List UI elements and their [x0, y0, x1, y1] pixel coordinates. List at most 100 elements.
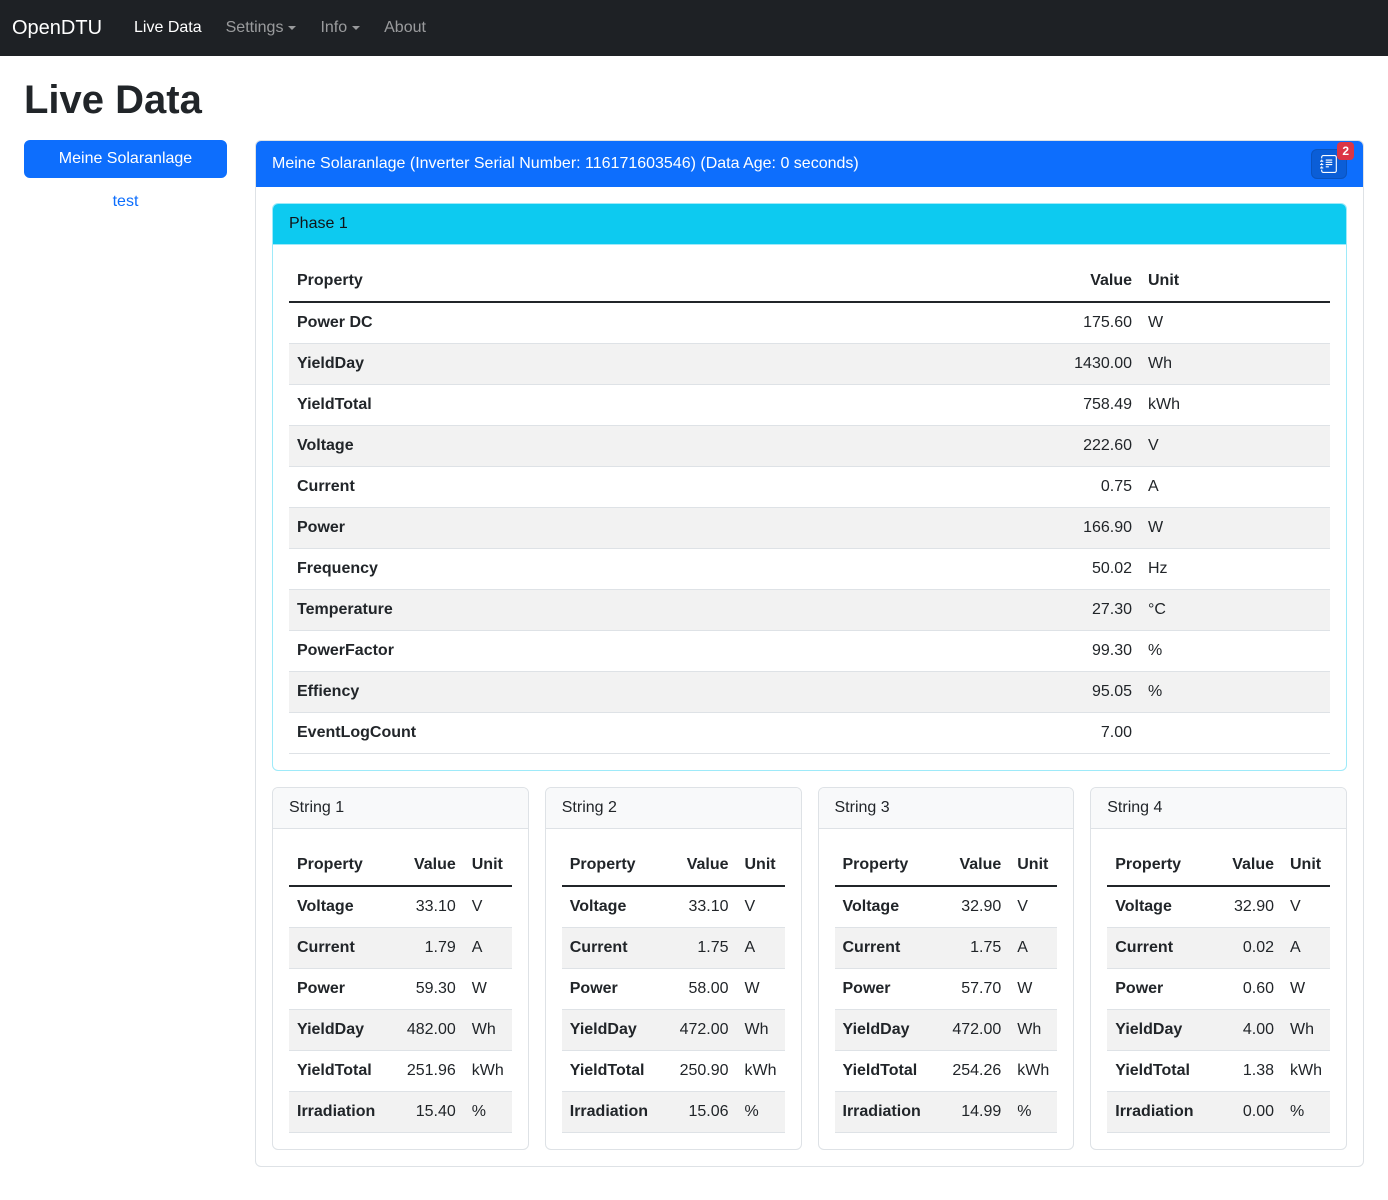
table-row: YieldDay 1430.00 Wh [289, 344, 1330, 385]
chevron-down-icon [352, 26, 360, 30]
table-row: YieldDay 482.00 Wh [289, 1010, 512, 1051]
table-row: YieldDay 472.00 Wh [562, 1010, 785, 1051]
property-cell: Irradiation [1107, 1092, 1216, 1133]
value-cell: 222.60 [1010, 426, 1140, 467]
table-header-row: Property Value Unit [562, 845, 785, 886]
property-cell: PowerFactor [289, 631, 1010, 672]
property-cell: Voltage [835, 886, 944, 928]
table-row: Voltage 33.10 V [289, 886, 512, 928]
column-header-value: Value [1216, 845, 1282, 886]
property-cell: Frequency [289, 549, 1010, 590]
unit-cell: A [737, 928, 785, 969]
table-row: Irradiation 14.99 % [835, 1092, 1058, 1133]
unit-cell [1140, 713, 1330, 754]
value-cell: 58.00 [671, 969, 737, 1010]
property-cell: Voltage [289, 426, 1010, 467]
property-cell: Current [1107, 928, 1216, 969]
property-cell: Irradiation [835, 1092, 944, 1133]
value-cell: 15.40 [398, 1092, 464, 1133]
unit-cell: % [1140, 631, 1330, 672]
table-row: YieldDay 4.00 Wh [1107, 1010, 1330, 1051]
chevron-down-icon [288, 26, 296, 30]
nav-info[interactable]: Info [312, 8, 368, 48]
string-card-3: String 3 Property Value Unit [818, 787, 1075, 1150]
table-row: Current 1.75 A [562, 928, 785, 969]
unit-cell: Wh [1140, 344, 1330, 385]
value-cell: 472.00 [943, 1010, 1009, 1051]
string-2-table: Property Value Unit [562, 845, 785, 1133]
table-row: Irradiation 15.40 % [289, 1092, 512, 1133]
string-1-table: Property Value Unit [289, 845, 512, 1133]
value-cell: 14.99 [943, 1092, 1009, 1133]
property-cell: EventLogCount [289, 713, 1010, 754]
string-3-table: Property Value Unit [835, 845, 1058, 1133]
value-cell: 4.00 [1216, 1010, 1282, 1051]
inverter-link-test[interactable]: test [24, 190, 227, 214]
property-cell: Current [289, 928, 398, 969]
property-cell: Power DC [289, 302, 1010, 344]
column-header-property: Property [289, 261, 1010, 302]
column-header-value: Value [1010, 261, 1140, 302]
column-header-property: Property [1107, 845, 1216, 886]
unit-cell: Wh [737, 1010, 785, 1051]
value-cell: 1.75 [943, 928, 1009, 969]
nav-items: Live Data Settings Info About [126, 8, 442, 48]
nav-settings-label: Settings [226, 19, 284, 36]
table-row: Voltage 33.10 V [562, 886, 785, 928]
table-row: Voltage 32.90 V [1107, 886, 1330, 928]
brand-opendtu[interactable]: OpenDTU [12, 13, 102, 43]
unit-cell: kWh [1140, 385, 1330, 426]
string-card-header: String 3 [819, 788, 1074, 829]
table-row: Power DC 175.60 W [289, 302, 1330, 344]
property-cell: YieldTotal [289, 385, 1010, 426]
string-card-header: String 2 [546, 788, 801, 829]
table-row: Current 0.02 A [1107, 928, 1330, 969]
table-row: Voltage 222.60 V [289, 426, 1330, 467]
unit-cell: % [737, 1092, 785, 1133]
phase-card: Phase 1 Property Value Unit [272, 203, 1347, 771]
value-cell: 1.79 [398, 928, 464, 969]
value-cell: 1.75 [671, 928, 737, 969]
property-cell: Temperature [289, 590, 1010, 631]
value-cell: 250.90 [671, 1051, 737, 1092]
property-cell: Current [835, 928, 944, 969]
property-cell: Power [835, 969, 944, 1010]
table-header-row: Property Value Unit [835, 845, 1058, 886]
property-cell: Voltage [289, 886, 398, 928]
string-4-table: Property Value Unit [1107, 845, 1330, 1133]
eventlog-button[interactable]: 2 [1311, 149, 1347, 179]
nav-settings[interactable]: Settings [218, 8, 305, 48]
value-cell: 166.90 [1010, 508, 1140, 549]
value-cell: 57.70 [943, 969, 1009, 1010]
column-header-unit: Unit [1009, 845, 1057, 886]
nav-about[interactable]: About [376, 8, 434, 48]
inverter-button-meine-solaranlage[interactable]: Meine Solaranlage [24, 140, 227, 178]
value-cell: 758.49 [1010, 385, 1140, 426]
unit-cell: % [1282, 1092, 1330, 1133]
table-row: Voltage 32.90 V [835, 886, 1058, 928]
table-row: Current 1.75 A [835, 928, 1058, 969]
unit-cell: °C [1140, 590, 1330, 631]
table-row: YieldTotal 254.26 kWh [835, 1051, 1058, 1092]
column-header-value: Value [671, 845, 737, 886]
property-cell: Power [289, 969, 398, 1010]
property-cell: YieldDay [562, 1010, 671, 1051]
value-cell: 32.90 [943, 886, 1009, 928]
table-row: YieldTotal 1.38 kWh [1107, 1051, 1330, 1092]
property-cell: Irradiation [289, 1092, 398, 1133]
property-cell: YieldDay [289, 344, 1010, 385]
table-header-row: Property Value Unit [289, 845, 512, 886]
unit-cell: kWh [737, 1051, 785, 1092]
unit-cell: W [1009, 969, 1057, 1010]
nav-live-data[interactable]: Live Data [126, 8, 210, 48]
unit-cell: A [1140, 467, 1330, 508]
main-content: Meine Solaranlage (Inverter Serial Numbe… [255, 140, 1364, 1167]
column-header-unit: Unit [737, 845, 785, 886]
table-row: YieldTotal 251.96 kWh [289, 1051, 512, 1092]
eventlog-count-badge: 2 [1337, 142, 1354, 160]
unit-cell: W [1140, 302, 1330, 344]
property-cell: YieldDay [289, 1010, 398, 1051]
unit-cell: A [1009, 928, 1057, 969]
table-row: Current 1.79 A [289, 928, 512, 969]
unit-cell: W [464, 969, 512, 1010]
